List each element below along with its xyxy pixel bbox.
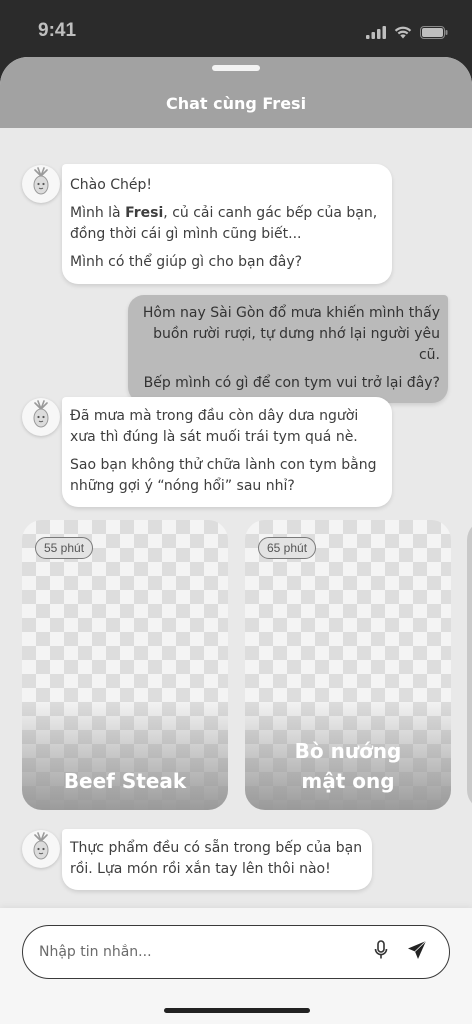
send-icon <box>407 940 427 964</box>
greeting-hello: Chào Chép! <box>70 177 153 193</box>
recipe-card[interactable]: 55 phút Beef Steak <box>22 520 228 810</box>
greeting-intro: Mình là Fresi, củ cải canh gác bếp của b… <box>70 203 384 245</box>
status-time: 9:41 <box>38 20 77 41</box>
home-indicator <box>164 1008 310 1013</box>
chat-sheet: Chat cùng Fresi Chào Chép! Mình là Fresi… <box>0 57 472 1024</box>
message-input-container[interactable] <box>22 925 450 979</box>
send-button[interactable] <box>405 940 429 964</box>
bot-avatar <box>22 165 60 203</box>
message-paragraph: Bếp mình có gì để con tym vui trở lại đâ… <box>143 375 440 391</box>
page-title: Chat cùng Fresi <box>165 94 307 113</box>
status-bar: 9:41 <box>0 0 472 62</box>
bot-message-bubble: Chào Chép! Mình là Fresi, củ cải canh gá… <box>62 164 392 284</box>
battery-icon <box>420 24 448 43</box>
bot-message-bubble: Đã mưa mà trong đầu còn dây dưa người xư… <box>62 397 392 507</box>
sheet-grabber-handle[interactable] <box>212 65 260 71</box>
recipe-card-peek[interactable] <box>467 520 472 810</box>
sheet-header: Chat cùng Fresi <box>0 57 472 128</box>
radish-mascot-icon <box>28 832 54 866</box>
recipe-carousel[interactable]: 55 phút Beef Steak 65 phút Bò nướng mật … <box>0 520 472 812</box>
bot-message-bubble: Thực phẩm đều có sẵn trong bếp của bạn r… <box>62 829 372 890</box>
radish-mascot-icon <box>28 167 54 201</box>
cook-time-badge: 55 phút <box>35 537 94 559</box>
status-icons <box>366 24 448 43</box>
user-message-bubble: Hôm nay Sài Gòn đổ mưa khiến mình thấy b… <box>128 295 448 403</box>
recipe-card[interactable]: 65 phút Bò nướng mật ong <box>245 520 451 810</box>
message-paragraph: Hôm nay Sài Gòn đổ mưa khiến mình thấy b… <box>142 305 440 363</box>
wifi-icon <box>394 24 412 43</box>
message-input[interactable] <box>39 926 359 977</box>
microphone-icon <box>374 940 388 964</box>
cellular-signal-icon <box>366 24 386 43</box>
message-composer <box>0 908 472 1024</box>
radish-mascot-icon <box>28 400 54 434</box>
message-paragraph: Sao bạn không thử chữa lành con tym bằng… <box>70 457 377 494</box>
microphone-button[interactable] <box>371 940 391 964</box>
bot-avatar <box>22 830 60 868</box>
greeting-intro-prefix: Mình là <box>70 205 126 221</box>
message-paragraph: Thực phẩm đều có sẵn trong bếp của bạn r… <box>70 840 363 877</box>
recipe-name: Beef Steak <box>63 769 187 793</box>
cook-time-badge: 65 phút <box>258 537 317 559</box>
bot-avatar <box>22 398 60 436</box>
greeting-bot-name: Fresi <box>125 205 164 221</box>
greeting-ask: Mình có thể giúp gì cho bạn đây? <box>70 254 303 270</box>
recipe-name: Bò nướng mật ong <box>294 739 402 793</box>
message-paragraph: Đã mưa mà trong đầu còn dây dưa người xư… <box>70 408 359 445</box>
